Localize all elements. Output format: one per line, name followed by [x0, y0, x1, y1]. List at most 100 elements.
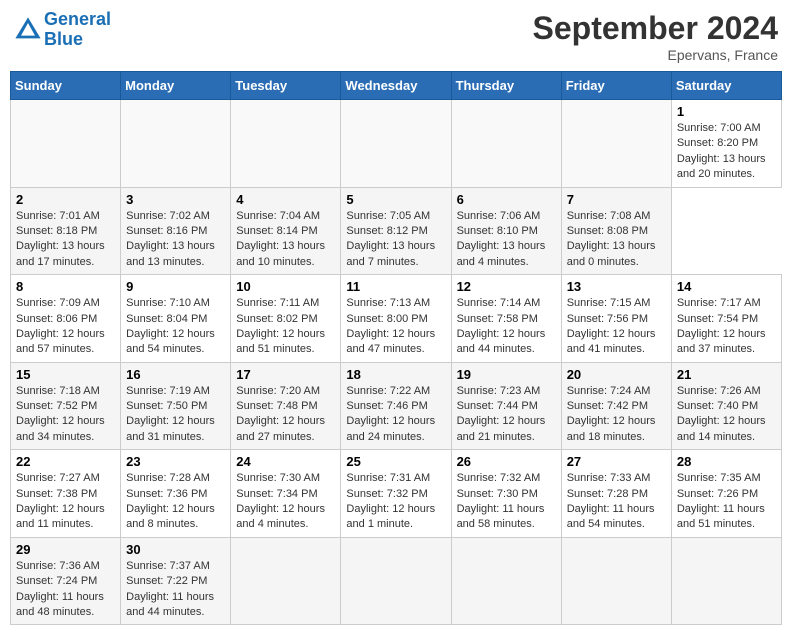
sunrise: Sunrise: 7:13 AM	[346, 297, 430, 309]
sunrise: Sunrise: 7:28 AM	[126, 472, 210, 484]
calendar-week-1: 1 Sunrise: 7:00 AM Sunset: 8:20 PM Dayli…	[11, 100, 782, 188]
sunset: Sunset: 7:58 PM	[457, 313, 538, 325]
weekday-header-friday: Friday	[561, 72, 671, 100]
daylight: Daylight: 12 hours and 51 minutes.	[236, 328, 325, 355]
sunrise: Sunrise: 7:20 AM	[236, 385, 320, 397]
day-info: Sunrise: 7:26 AM Sunset: 7:40 PM Dayligh…	[677, 384, 776, 446]
daylight: Daylight: 12 hours and 41 minutes.	[567, 328, 656, 355]
day-info: Sunrise: 7:10 AM Sunset: 8:04 PM Dayligh…	[126, 296, 225, 358]
day-number: 24	[236, 454, 335, 469]
sunset: Sunset: 7:42 PM	[567, 400, 648, 412]
sunset: Sunset: 8:00 PM	[346, 313, 427, 325]
sunrise: Sunrise: 7:11 AM	[236, 297, 319, 309]
sunset: Sunset: 8:16 PM	[126, 225, 207, 237]
calendar-cell: 16 Sunrise: 7:19 AM Sunset: 7:50 PM Dayl…	[121, 362, 231, 450]
sunrise: Sunrise: 7:00 AM	[677, 122, 761, 134]
logo: General Blue	[14, 10, 111, 50]
daylight: Daylight: 12 hours and 44 minutes.	[457, 328, 546, 355]
day-info: Sunrise: 7:04 AM Sunset: 8:14 PM Dayligh…	[236, 209, 335, 271]
daylight: Daylight: 13 hours and 20 minutes.	[677, 153, 766, 180]
day-info: Sunrise: 7:02 AM Sunset: 8:16 PM Dayligh…	[126, 209, 225, 271]
sunset: Sunset: 7:22 PM	[126, 575, 207, 587]
daylight: Daylight: 11 hours and 58 minutes.	[457, 503, 545, 530]
day-number: 16	[126, 367, 225, 382]
sunset: Sunset: 7:40 PM	[677, 400, 758, 412]
day-number: 20	[567, 367, 666, 382]
calendar-cell: 23 Sunrise: 7:28 AM Sunset: 7:36 PM Dayl…	[121, 450, 231, 538]
sunrise: Sunrise: 7:02 AM	[126, 210, 210, 222]
sunrise: Sunrise: 7:19 AM	[126, 385, 210, 397]
calendar-week-3: 8 Sunrise: 7:09 AM Sunset: 8:06 PM Dayli…	[11, 275, 782, 363]
daylight: Daylight: 12 hours and 21 minutes.	[457, 415, 546, 442]
calendar-cell: 18 Sunrise: 7:22 AM Sunset: 7:46 PM Dayl…	[341, 362, 451, 450]
daylight: Daylight: 13 hours and 0 minutes.	[567, 240, 656, 267]
sunset: Sunset: 8:14 PM	[236, 225, 317, 237]
sunset: Sunset: 7:36 PM	[126, 488, 207, 500]
calendar-cell	[561, 100, 671, 188]
day-info: Sunrise: 7:06 AM Sunset: 8:10 PM Dayligh…	[457, 209, 556, 271]
sunrise: Sunrise: 7:22 AM	[346, 385, 430, 397]
sunset: Sunset: 7:44 PM	[457, 400, 538, 412]
calendar-week-5: 22 Sunrise: 7:27 AM Sunset: 7:38 PM Dayl…	[11, 450, 782, 538]
day-number: 5	[346, 192, 445, 207]
calendar-cell: 22 Sunrise: 7:27 AM Sunset: 7:38 PM Dayl…	[11, 450, 121, 538]
calendar-cell: 4 Sunrise: 7:04 AM Sunset: 8:14 PM Dayli…	[231, 187, 341, 275]
day-number: 12	[457, 279, 556, 294]
sunset: Sunset: 7:32 PM	[346, 488, 427, 500]
sunset: Sunset: 8:04 PM	[126, 313, 207, 325]
sunset: Sunset: 7:28 PM	[567, 488, 648, 500]
day-info: Sunrise: 7:13 AM Sunset: 8:00 PM Dayligh…	[346, 296, 445, 358]
daylight: Daylight: 12 hours and 57 minutes.	[16, 328, 105, 355]
day-number: 8	[16, 279, 115, 294]
day-number: 19	[457, 367, 556, 382]
day-number: 26	[457, 454, 556, 469]
calendar-cell	[341, 100, 451, 188]
sunrise: Sunrise: 7:06 AM	[457, 210, 541, 222]
daylight: Daylight: 12 hours and 4 minutes.	[236, 503, 325, 530]
calendar-cell	[121, 100, 231, 188]
sunrise: Sunrise: 7:24 AM	[567, 385, 651, 397]
day-info: Sunrise: 7:31 AM Sunset: 7:32 PM Dayligh…	[346, 471, 445, 533]
day-number: 3	[126, 192, 225, 207]
day-number: 29	[16, 542, 115, 557]
day-number: 22	[16, 454, 115, 469]
daylight: Daylight: 11 hours and 48 minutes.	[16, 591, 104, 618]
calendar-cell: 26 Sunrise: 7:32 AM Sunset: 7:30 PM Dayl…	[451, 450, 561, 538]
day-number: 14	[677, 279, 776, 294]
calendar-cell: 20 Sunrise: 7:24 AM Sunset: 7:42 PM Dayl…	[561, 362, 671, 450]
calendar-week-4: 15 Sunrise: 7:18 AM Sunset: 7:52 PM Dayl…	[11, 362, 782, 450]
sunrise: Sunrise: 7:04 AM	[236, 210, 320, 222]
sunrise: Sunrise: 7:09 AM	[16, 297, 100, 309]
day-info: Sunrise: 7:32 AM Sunset: 7:30 PM Dayligh…	[457, 471, 556, 533]
weekday-header-saturday: Saturday	[671, 72, 781, 100]
daylight: Daylight: 12 hours and 8 minutes.	[126, 503, 215, 530]
day-info: Sunrise: 7:14 AM Sunset: 7:58 PM Dayligh…	[457, 296, 556, 358]
daylight: Daylight: 13 hours and 10 minutes.	[236, 240, 325, 267]
calendar-cell: 8 Sunrise: 7:09 AM Sunset: 8:06 PM Dayli…	[11, 275, 121, 363]
day-info: Sunrise: 7:35 AM Sunset: 7:26 PM Dayligh…	[677, 471, 776, 533]
day-info: Sunrise: 7:37 AM Sunset: 7:22 PM Dayligh…	[126, 559, 225, 621]
daylight: Daylight: 12 hours and 24 minutes.	[346, 415, 435, 442]
sunset: Sunset: 8:08 PM	[567, 225, 648, 237]
day-number: 21	[677, 367, 776, 382]
daylight: Daylight: 11 hours and 44 minutes.	[126, 591, 214, 618]
sunset: Sunset: 8:18 PM	[16, 225, 97, 237]
day-number: 15	[16, 367, 115, 382]
calendar-cell	[11, 100, 121, 188]
sunset: Sunset: 7:52 PM	[16, 400, 97, 412]
weekday-header-thursday: Thursday	[451, 72, 561, 100]
daylight: Daylight: 12 hours and 27 minutes.	[236, 415, 325, 442]
sunrise: Sunrise: 7:15 AM	[567, 297, 651, 309]
sunrise: Sunrise: 7:31 AM	[346, 472, 430, 484]
calendar-week-2: 2 Sunrise: 7:01 AM Sunset: 8:18 PM Dayli…	[11, 187, 782, 275]
calendar-cell: 10 Sunrise: 7:11 AM Sunset: 8:02 PM Dayl…	[231, 275, 341, 363]
calendar-cell: 11 Sunrise: 7:13 AM Sunset: 8:00 PM Dayl…	[341, 275, 451, 363]
day-number: 17	[236, 367, 335, 382]
day-info: Sunrise: 7:15 AM Sunset: 7:56 PM Dayligh…	[567, 296, 666, 358]
sunrise: Sunrise: 7:30 AM	[236, 472, 320, 484]
daylight: Daylight: 13 hours and 17 minutes.	[16, 240, 105, 267]
day-info: Sunrise: 7:23 AM Sunset: 7:44 PM Dayligh…	[457, 384, 556, 446]
day-number: 1	[677, 104, 776, 119]
sunrise: Sunrise: 7:18 AM	[16, 385, 100, 397]
sunset: Sunset: 7:34 PM	[236, 488, 317, 500]
